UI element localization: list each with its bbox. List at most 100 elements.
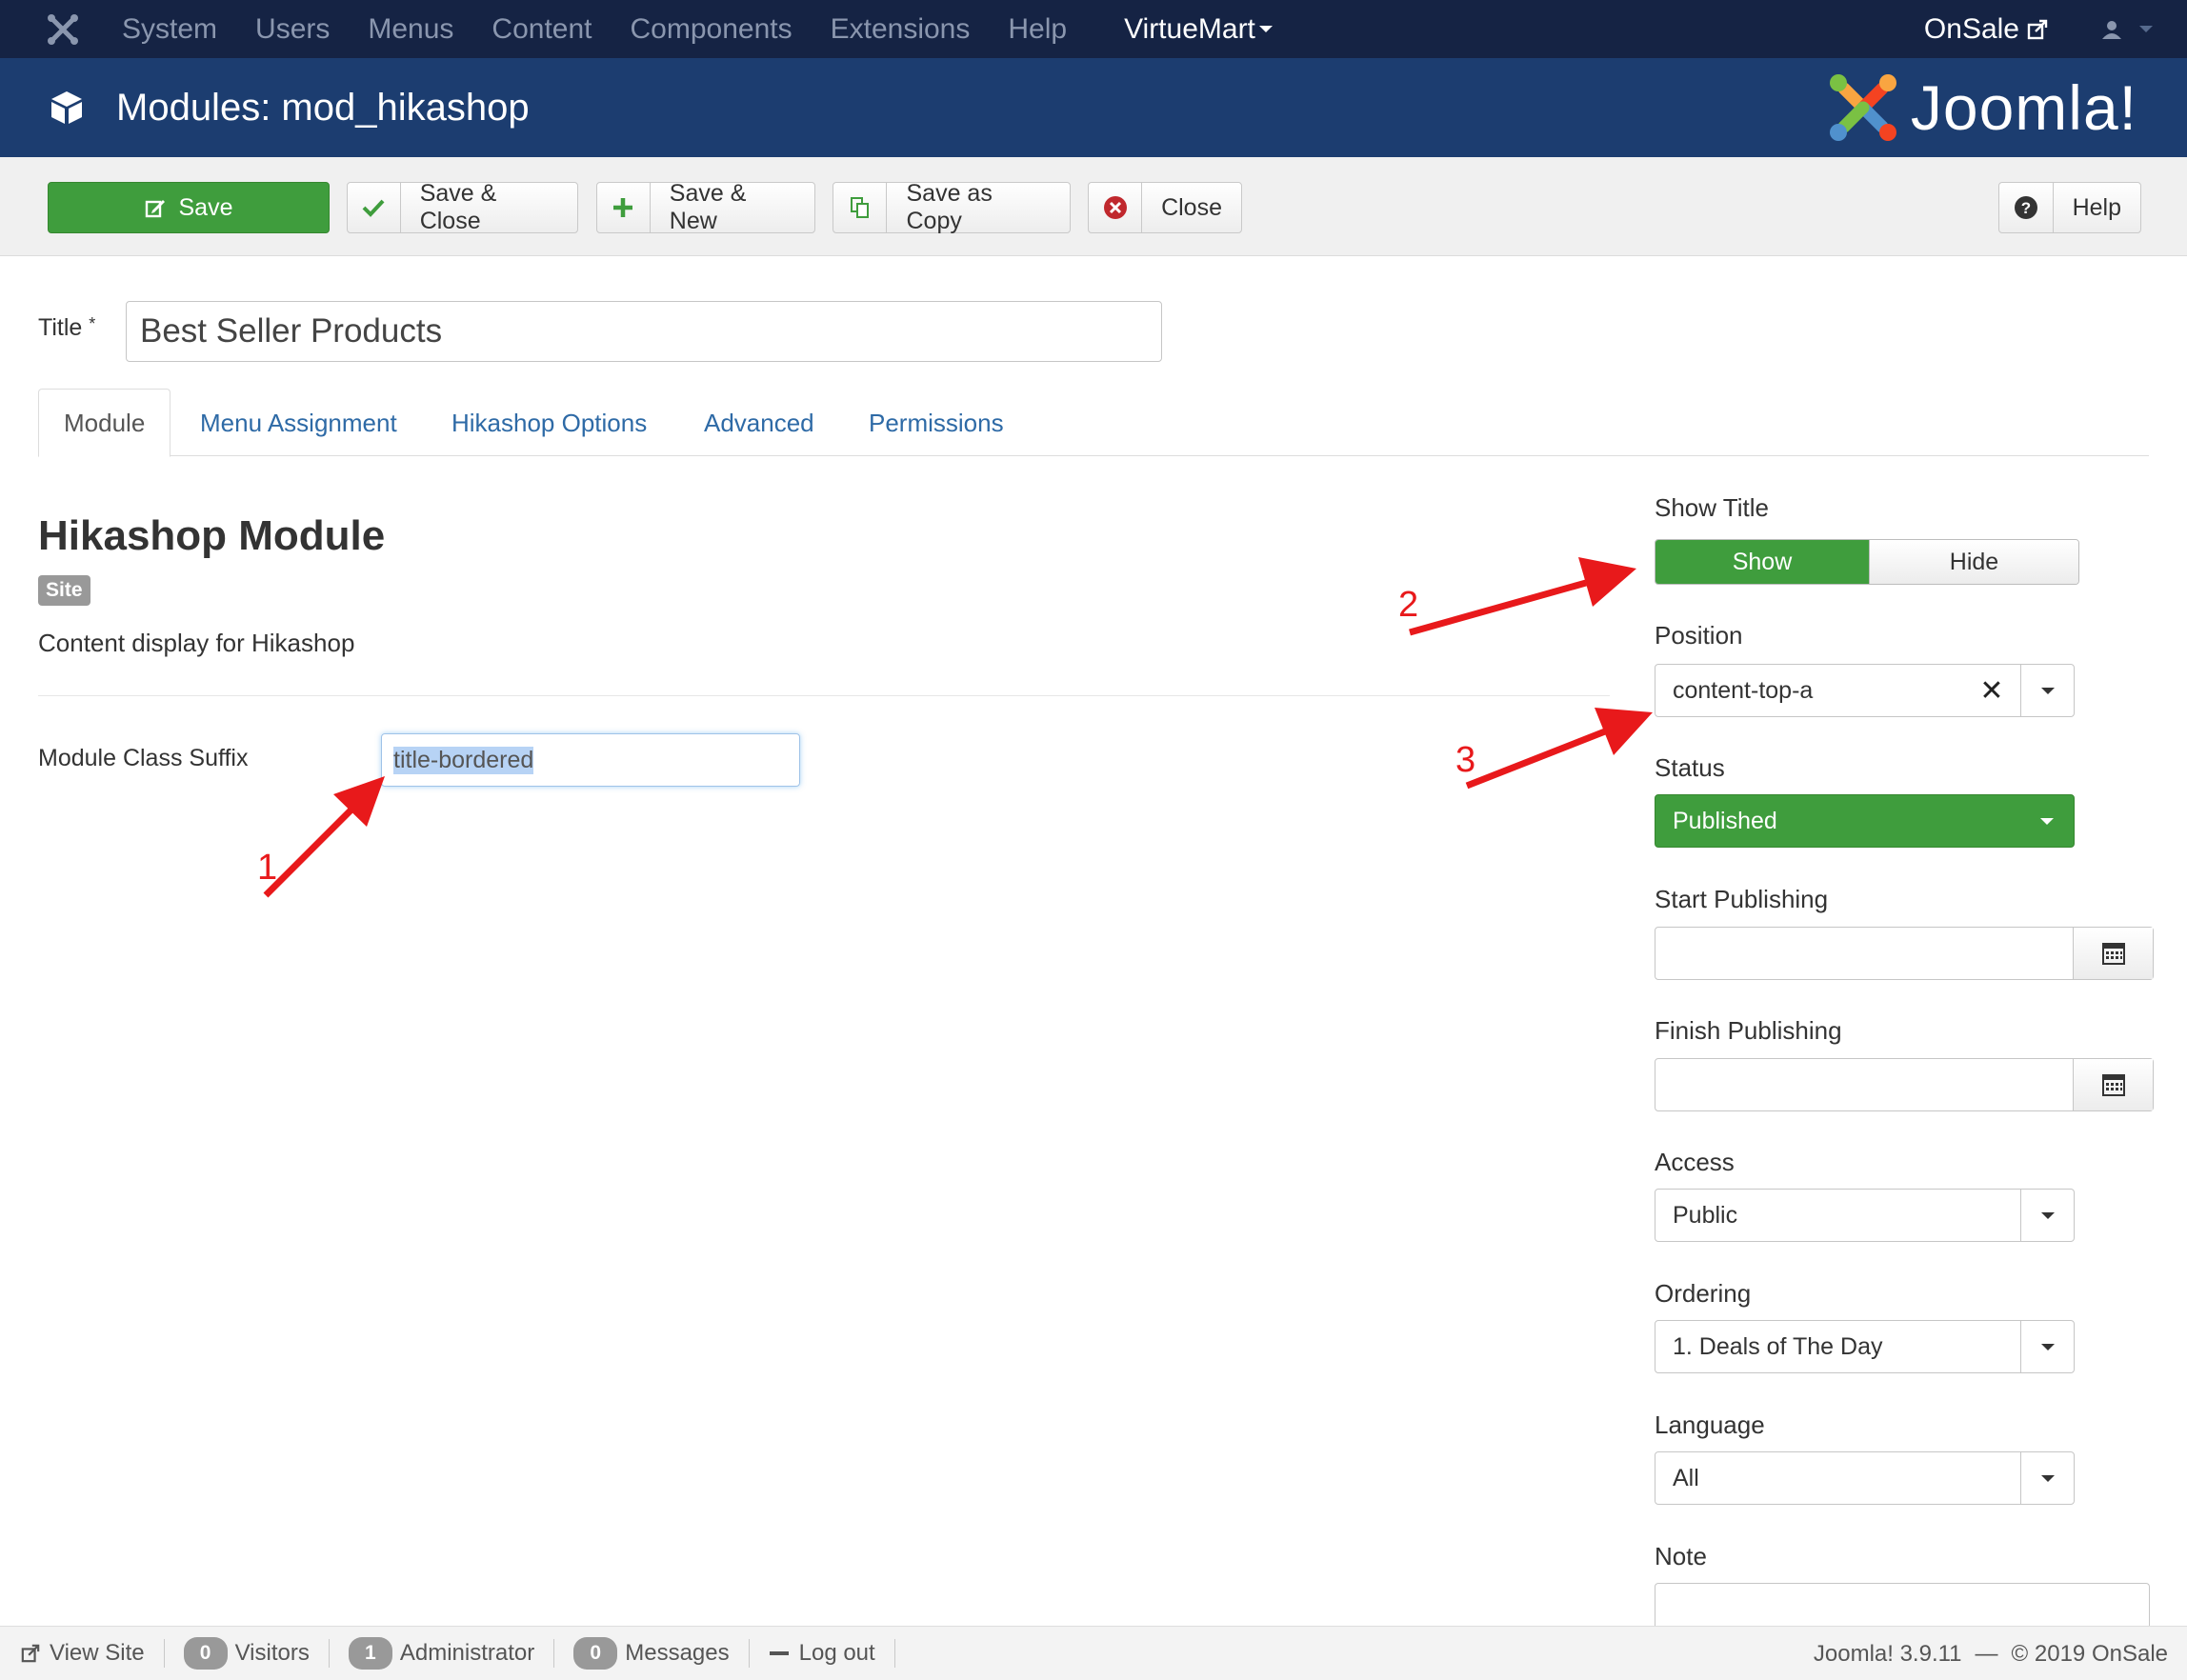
visitors-item[interactable]: 0 Visitors xyxy=(165,1637,330,1670)
save-close-button[interactable]: Save & Close xyxy=(347,180,578,234)
menu-users[interactable]: Users xyxy=(255,13,330,46)
annotation-number-2: 2 xyxy=(1398,585,1419,625)
position-select[interactable]: content-top-a ✕ xyxy=(1655,664,2075,717)
menu-components[interactable]: Components xyxy=(631,13,793,46)
language-value: All xyxy=(1673,1464,1699,1491)
logout-label: Log out xyxy=(798,1640,875,1666)
save-new-label: Save & New xyxy=(669,180,747,234)
tab-menu-assignment[interactable]: Menu Assignment xyxy=(200,389,397,457)
topnav-right: OnSale xyxy=(1924,0,2153,58)
start-publishing-label: Start Publishing xyxy=(1655,885,1829,913)
copy-icon xyxy=(833,183,888,232)
tab-module[interactable]: Module xyxy=(38,389,171,457)
status-label: Status xyxy=(1655,753,1725,782)
clear-icon[interactable]: ✕ xyxy=(1973,674,2011,708)
plus-icon xyxy=(597,183,651,232)
menu-help[interactable]: Help xyxy=(1008,13,1067,46)
joomla-logo-icon xyxy=(1829,74,1896,141)
view-site-label: View Site xyxy=(50,1640,145,1666)
menu-content[interactable]: Content xyxy=(492,13,592,46)
messages-item[interactable]: 0 Messages xyxy=(554,1637,750,1670)
visitors-count: 0 xyxy=(183,1637,228,1670)
save-new-button[interactable]: Save & New xyxy=(596,180,815,234)
annotation-number-1: 1 xyxy=(257,848,278,888)
required-mark: * xyxy=(89,314,96,333)
show-title-toggle: Show Hide xyxy=(1655,539,2079,585)
finish-publishing-label: Finish Publishing xyxy=(1655,1016,1842,1045)
administrator-count: 1 xyxy=(348,1637,392,1670)
chevron-down-icon xyxy=(2040,1343,2055,1350)
access-label: Access xyxy=(1655,1148,1735,1176)
chevron-down-icon xyxy=(2139,26,2153,32)
access-select[interactable]: Public xyxy=(1655,1189,2075,1242)
close-button[interactable]: Close xyxy=(1088,182,1242,233)
administrator-item[interactable]: 1 Administrator xyxy=(330,1637,555,1670)
external-link-icon xyxy=(2027,19,2048,39)
access-value: Public xyxy=(1673,1201,1738,1229)
site-badge: Site xyxy=(38,575,90,606)
hide-option[interactable]: Hide xyxy=(1869,540,2078,584)
chevron-down-icon xyxy=(2040,1474,2055,1482)
tab-advanced[interactable]: Advanced xyxy=(704,389,814,457)
module-class-suffix-label: Module Class Suffix xyxy=(38,745,249,771)
view-site-link[interactable]: View Site xyxy=(0,1639,165,1668)
calendar-icon xyxy=(2101,1074,2125,1096)
help-button[interactable]: ? Help xyxy=(1998,182,2141,233)
cube-icon xyxy=(51,91,82,124)
menu-system[interactable]: System xyxy=(122,13,217,46)
language-label: Language xyxy=(1655,1410,1765,1439)
save-close-label: Save & Close xyxy=(419,180,497,234)
show-option[interactable]: Show xyxy=(1655,540,1869,584)
chevron-down-icon xyxy=(2040,1211,2055,1219)
chevron-down-icon xyxy=(2040,817,2054,825)
calendar-button[interactable] xyxy=(2073,1059,2153,1110)
position-label: Position xyxy=(1655,621,1743,650)
site-link-label: OnSale xyxy=(1923,12,2019,45)
module-heading: Hikashop Module xyxy=(38,512,386,559)
user-icon xyxy=(2102,20,2121,39)
joomla-menu-icon[interactable] xyxy=(42,9,84,50)
tab-bar: Module Menu Assignment Hikashop Options … xyxy=(38,389,2149,457)
tab-hikashop-options[interactable]: Hikashop Options xyxy=(451,389,647,457)
dropdown-arrow xyxy=(2020,1452,2074,1504)
chevron-down-icon xyxy=(1258,26,1273,32)
top-navbar: System Users Menus Content Components Ex… xyxy=(0,0,2187,58)
calendar-button[interactable] xyxy=(2073,928,2153,979)
save-copy-button[interactable]: Save as Copy xyxy=(833,180,1071,234)
question-icon: ? xyxy=(1999,183,2054,232)
close-label: Close xyxy=(1161,193,1222,221)
start-publishing-input[interactable] xyxy=(1655,928,2073,979)
site-link[interactable]: OnSale xyxy=(1924,13,2048,46)
menu-virtuemart[interactable]: VirtueMart xyxy=(1124,13,1273,46)
position-value: content-top-a xyxy=(1673,676,1814,704)
module-description: Content display for Hikashop xyxy=(38,629,355,657)
save-button[interactable]: Save xyxy=(48,182,330,233)
annotation-arrow-1 xyxy=(263,776,385,898)
check-icon xyxy=(348,183,401,232)
ordering-select[interactable]: 1. Deals of The Day xyxy=(1655,1320,2075,1373)
dropdown-arrow[interactable] xyxy=(2020,665,2074,716)
joomla-brand-logo: Joomla! xyxy=(1827,71,2137,144)
finish-publishing-input[interactable] xyxy=(1655,1059,2073,1110)
visitors-label: Visitors xyxy=(234,1640,310,1666)
svg-text:?: ? xyxy=(2021,199,2031,217)
tab-permissions[interactable]: Permissions xyxy=(869,389,1004,457)
minus-icon xyxy=(769,1651,789,1655)
menu-menus[interactable]: Menus xyxy=(368,13,453,46)
module-class-suffix-input[interactable]: title-bordered xyxy=(381,733,800,787)
logout-link[interactable]: Log out xyxy=(750,1639,895,1668)
status-bar: View Site 0 Visitors 1 Administrator 0 M… xyxy=(0,1626,2187,1680)
joomla-wordmark: Joomla! xyxy=(1910,72,2137,143)
calendar-icon xyxy=(2101,943,2125,965)
title-input[interactable]: Best Seller Products xyxy=(126,301,1162,362)
status-select[interactable]: Published xyxy=(1655,794,2075,848)
admin-menu: System Users Menus Content Components Ex… xyxy=(122,13,1105,46)
separator: — xyxy=(1975,1640,1998,1667)
footer-info: Joomla! 3.9.11 — © 2019 OnSale xyxy=(1814,1627,2168,1680)
language-select[interactable]: All xyxy=(1655,1451,2075,1505)
ordering-label: Ordering xyxy=(1655,1279,1752,1308)
title-label-text: Title xyxy=(38,314,83,341)
user-menu[interactable] xyxy=(2101,19,2153,40)
menu-extensions[interactable]: Extensions xyxy=(831,13,971,46)
page-title: Modules: mod_hikashop xyxy=(116,86,530,129)
